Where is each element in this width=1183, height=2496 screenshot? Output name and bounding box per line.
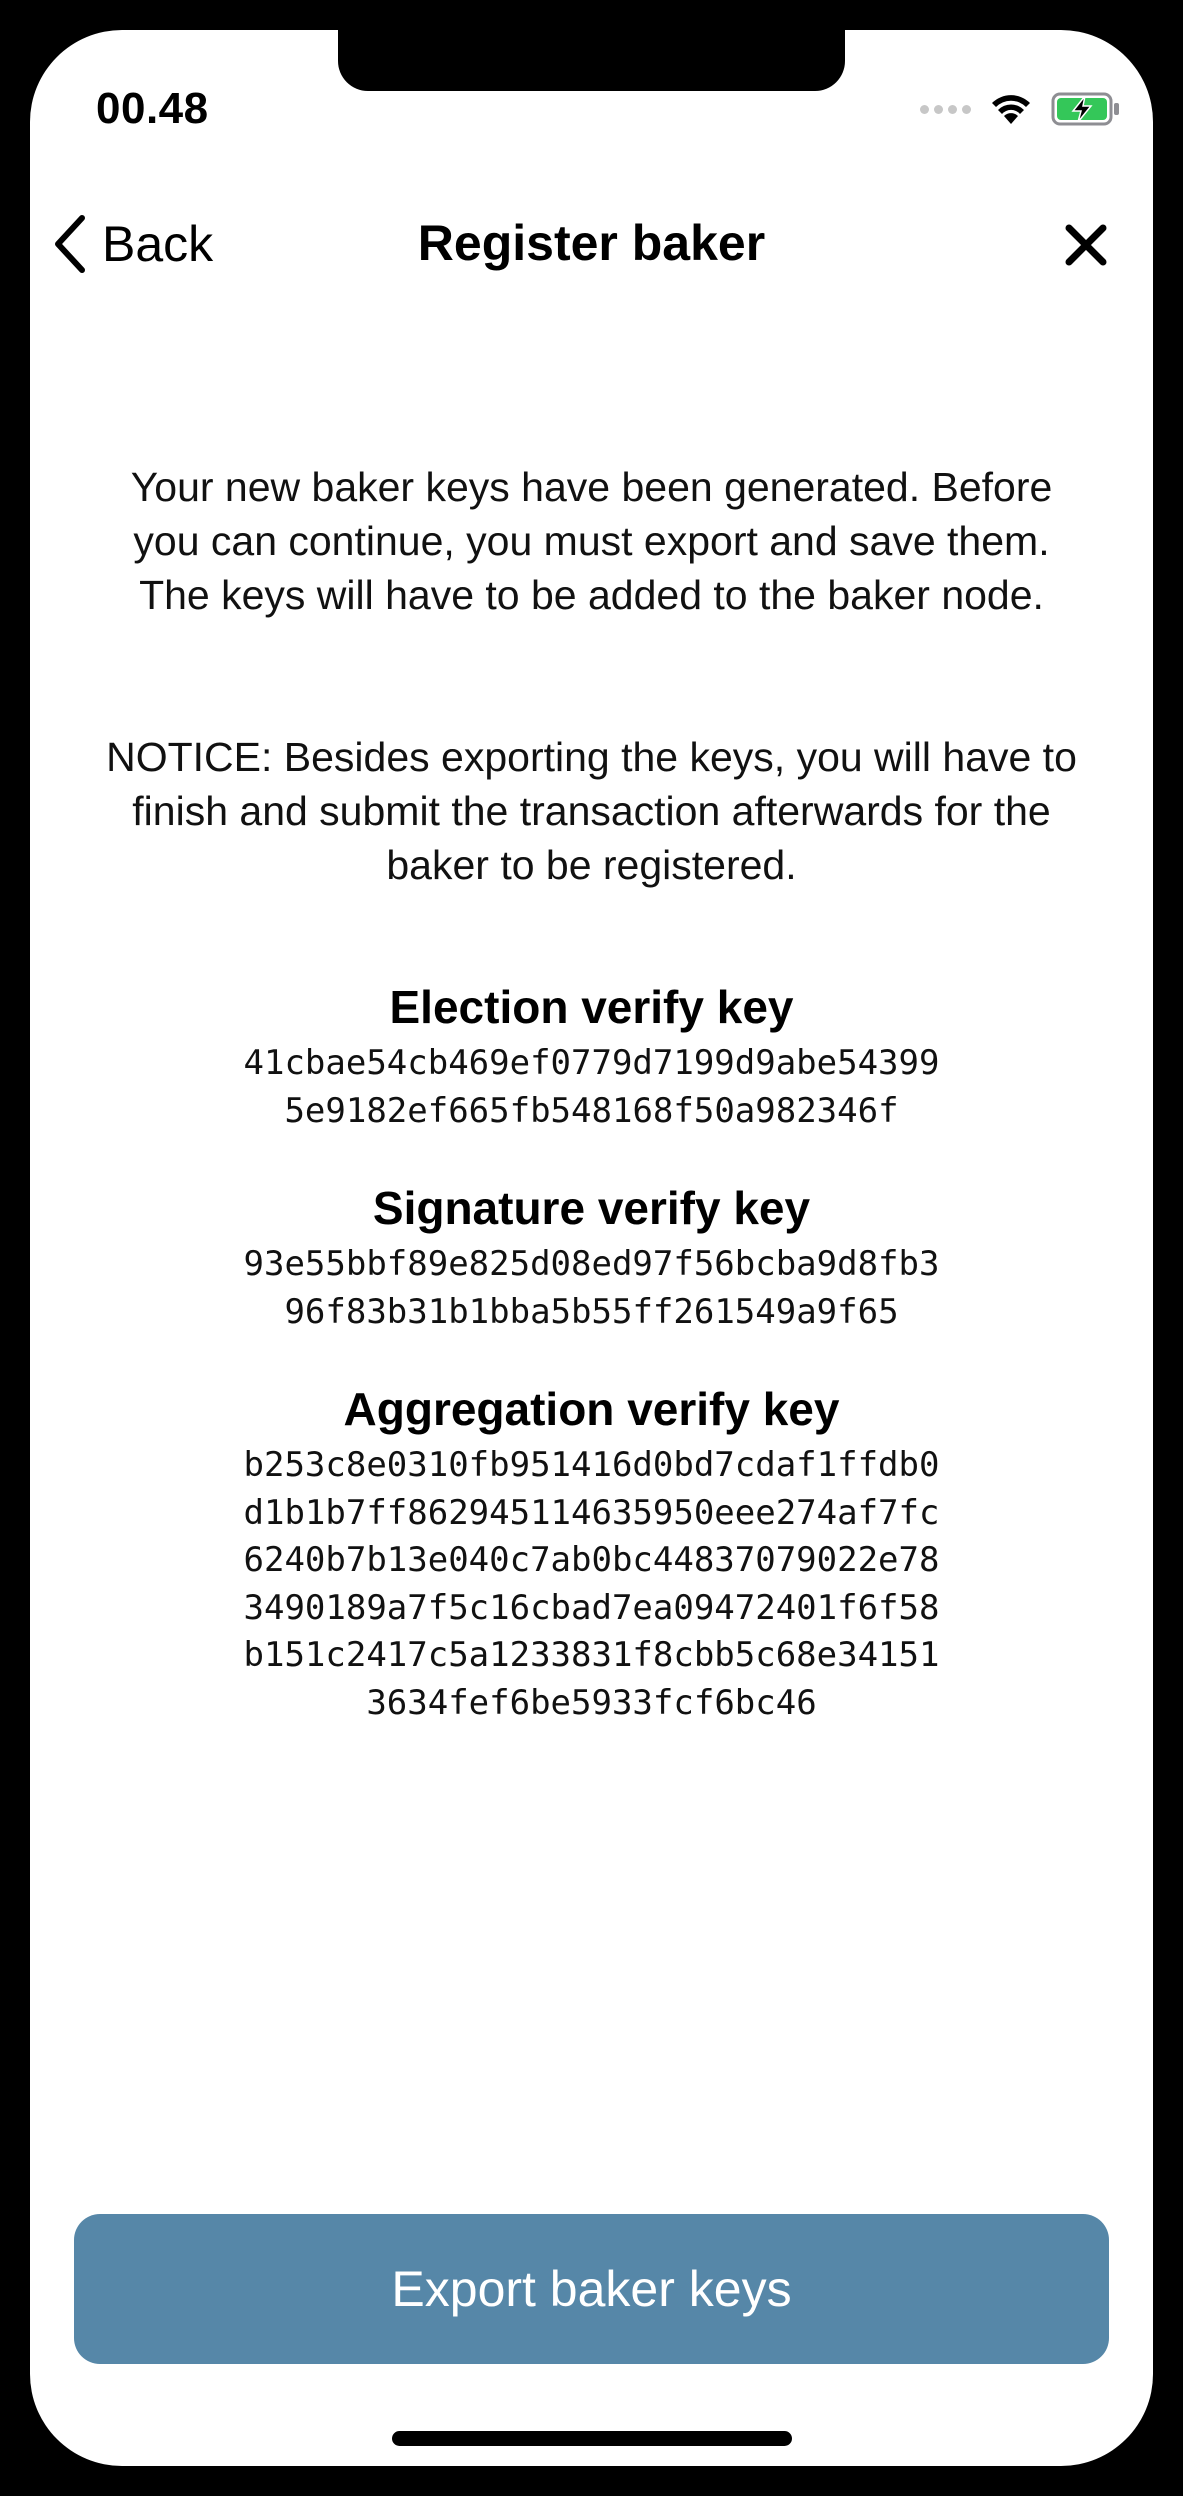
phone-frame: 00.48 Back Register baker Your new baker… [0, 0, 1183, 2496]
status-time: 00.48 [96, 84, 209, 133]
export-baker-keys-button[interactable]: Export baker keys [74, 2214, 1109, 2364]
chevron-left-icon [55, 215, 85, 273]
key-value: 93e55bbf89e825d08ed97f56bcba9d8fb396f83b… [243, 1244, 940, 1332]
election-key-section: Election verify key 41cbae54cb469ef0779d… [30, 980, 1153, 1135]
key-heading: Signature verify key [372, 1182, 811, 1234]
notice-text: NOTICE: Besides exporting the keys, you … [106, 734, 1077, 888]
key-heading: Aggregation verify key [343, 1383, 840, 1435]
key-value: 41cbae54cb469ef0779d7199d9abe543995e9182… [243, 1043, 940, 1131]
notch [338, 30, 845, 91]
status-icons [920, 92, 1121, 126]
key-heading: Election verify key [389, 981, 794, 1033]
back-button[interactable]: Back [52, 214, 213, 274]
intro-text: Your new baker keys have been generated.… [130, 464, 1053, 618]
signature-key-section: Signature verify key 93e55bbf89e825d08ed… [30, 1181, 1153, 1336]
key-value: b253c8e0310fb951416d0bd7cdaf1ffdb0d1b1b7… [243, 1445, 940, 1723]
screen: 00.48 Back Register baker Your new baker… [30, 30, 1153, 2466]
back-label: Back [102, 216, 214, 272]
cellular-signal-icon [920, 104, 971, 114]
close-icon [1065, 224, 1107, 266]
wifi-icon [992, 95, 1030, 124]
home-indicator [392, 2431, 792, 2446]
aggregation-key-section: Aggregation verify key b253c8e0310fb9514… [30, 1382, 1153, 1727]
battery-charging-icon [1051, 92, 1119, 126]
close-button[interactable] [1061, 220, 1111, 270]
